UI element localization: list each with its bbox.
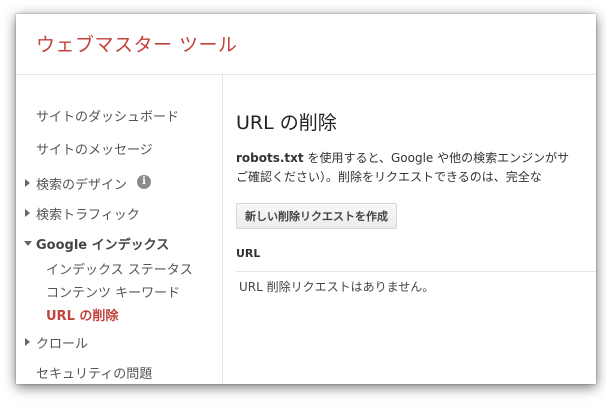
sidebar-item-label: 検索のデザイン [36,178,128,193]
empty-state-message: URL 削除リクエストはありません。 [239,280,435,294]
sidebar-item-label: 検索トラフィック [36,208,140,223]
sidebar-item-label: クロール [36,337,89,352]
app-header: ウェブマスター ツール [16,14,596,75]
sidebar-subitem-index-status[interactable]: インデックス ステータス [46,259,193,278]
collapse-arrow-icon [24,241,32,246]
table-header-url: URL [236,247,596,272]
sidebar-subitem-remove-urls[interactable]: URL の削除 [46,305,118,324]
description-line-1: を使用すると、Google や他の検索エンジンがサ [303,151,570,165]
sidebar-item-label: セキュリティの問題 [36,367,153,382]
page-description: robots.txt を使用すると、Google や他の検索エンジンがサ ご確認… [236,149,596,187]
sidebar: サイトのダッシュボード サイトのメッセージ 検索のデザイン i 検索トラフィック… [16,75,223,384]
expand-arrow-icon [25,179,30,187]
description-line-2: ご確認ください）。削除をリクエストできるのは、完全な [236,170,542,184]
main-content: URL の削除 robots.txt を使用すると、Google や他の検索エン… [223,75,596,384]
sidebar-subitem-content-keywords[interactable]: コンテンツ キーワード [46,282,180,301]
page-title: URL の削除 [236,112,337,134]
info-icon[interactable]: i [137,175,151,189]
app-title[interactable]: ウェブマスター ツール [36,30,238,57]
app-window: ウェブマスター ツール サイトのダッシュボード サイトのメッセージ 検索のデザイ… [16,14,596,384]
expand-arrow-icon [25,338,30,346]
sidebar-item-label: サイトのメッセージ [36,143,153,158]
sidebar-item-label: サイトのダッシュボード [36,110,180,125]
sidebar-item-label: Google インデックス [36,238,170,253]
create-removal-request-button[interactable]: 新しい削除リクエストを作成 [236,203,397,229]
expand-arrow-icon [25,209,30,217]
robots-txt-link[interactable]: robots.txt [236,151,304,165]
